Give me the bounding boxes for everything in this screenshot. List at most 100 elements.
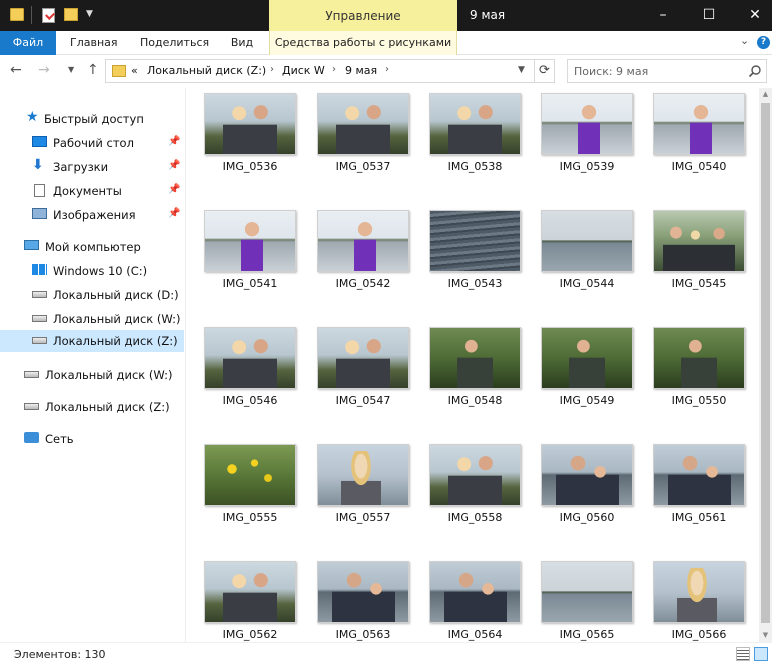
file-tile[interactable]: IMG_0564 xyxy=(425,556,525,642)
close-button[interactable]: ✕ xyxy=(732,0,772,31)
file-name[interactable]: IMG_0543 xyxy=(425,277,525,290)
scrollbar-thumb[interactable] xyxy=(761,103,770,623)
file-name[interactable]: IMG_0560 xyxy=(537,511,637,524)
photo-thumbnail[interactable] xyxy=(653,93,745,155)
quick-access-dropdown-icon[interactable]: ▼ xyxy=(86,9,96,25)
back-arrow-icon[interactable]: ← xyxy=(10,62,22,78)
search-input[interactable] xyxy=(574,63,744,79)
sidebar-item-drive-w-root[interactable]: Локальный диск (W:) xyxy=(22,364,184,386)
forward-arrow-icon[interactable]: → xyxy=(38,62,50,78)
contextual-tab-manage[interactable]: Управление xyxy=(269,0,457,31)
photo-thumbnail[interactable] xyxy=(541,561,633,623)
file-name[interactable]: IMG_0546 xyxy=(200,394,300,407)
photo-thumbnail[interactable] xyxy=(429,93,521,155)
help-icon[interactable]: ? xyxy=(757,36,770,49)
file-name[interactable]: IMG_0558 xyxy=(425,511,525,524)
sidebar-item-drive-d[interactable]: Локальный диск (D:) xyxy=(30,284,184,306)
photo-thumbnail[interactable] xyxy=(429,327,521,389)
file-name[interactable]: IMG_0537 xyxy=(313,160,413,173)
file-name[interactable]: IMG_0542 xyxy=(313,277,413,290)
sidebar-item-pictures[interactable]: Изображения 📌 xyxy=(30,204,184,226)
file-tile[interactable]: IMG_0560 xyxy=(537,439,637,549)
tab-view[interactable]: Вид xyxy=(230,31,254,55)
tab-home[interactable]: Главная xyxy=(70,31,118,55)
file-name[interactable]: IMG_0548 xyxy=(425,394,525,407)
file-tile[interactable]: IMG_0562 xyxy=(200,556,300,642)
file-name[interactable]: IMG_0565 xyxy=(537,628,637,641)
minimize-button[interactable]: – xyxy=(640,0,686,31)
up-arrow-icon[interactable]: ↑ xyxy=(87,62,99,78)
photo-thumbnail[interactable] xyxy=(204,444,296,506)
photo-thumbnail[interactable] xyxy=(429,210,521,272)
photo-thumbnail[interactable] xyxy=(653,561,745,623)
breadcrumb-overflow[interactable]: « xyxy=(131,64,138,77)
maximize-button[interactable]: ☐ xyxy=(686,0,732,31)
recent-locations-chevron-icon[interactable]: ▼ xyxy=(68,65,74,74)
file-tile[interactable]: IMG_0565 xyxy=(537,556,637,642)
file-name[interactable]: IMG_0566 xyxy=(649,628,749,641)
new-folder-icon[interactable] xyxy=(64,8,78,21)
photo-thumbnail[interactable] xyxy=(317,327,409,389)
file-tile[interactable]: IMG_0558 xyxy=(425,439,525,549)
sidebar-item-drive-z-root[interactable]: Локальный диск (Z:) xyxy=(22,396,184,418)
sidebar-item-drive-c[interactable]: Windows 10 (C:) xyxy=(30,260,184,282)
sidebar-item-downloads[interactable]: ⬇ Загрузки 📌 xyxy=(30,156,184,178)
file-name[interactable]: IMG_0562 xyxy=(200,628,300,641)
tab-share[interactable]: Поделиться xyxy=(140,31,209,55)
photo-thumbnail[interactable] xyxy=(541,327,633,389)
sidebar-item-my-computer[interactable]: Мой компьютер xyxy=(22,236,184,258)
file-tile[interactable]: IMG_0563 xyxy=(313,556,413,642)
file-name[interactable]: IMG_0545 xyxy=(649,277,749,290)
file-tile[interactable]: IMG_0545 xyxy=(649,205,749,315)
file-tile[interactable]: IMG_0539 xyxy=(537,88,637,198)
file-name[interactable]: IMG_0564 xyxy=(425,628,525,641)
breadcrumb-disk-w[interactable]: Диск W xyxy=(282,64,325,77)
file-name[interactable]: IMG_0541 xyxy=(200,277,300,290)
properties-icon[interactable] xyxy=(42,8,55,23)
file-tile[interactable]: IMG_0547 xyxy=(313,322,413,432)
file-tile[interactable]: IMG_0546 xyxy=(200,322,300,432)
tab-picture-tools[interactable]: Средства работы с рисунками xyxy=(269,31,457,55)
pin-icon[interactable]: 📌 xyxy=(168,160,180,171)
file-tile[interactable]: IMG_0544 xyxy=(537,205,637,315)
photo-thumbnail[interactable] xyxy=(541,444,633,506)
photo-thumbnail[interactable] xyxy=(653,444,745,506)
sidebar-item-documents[interactable]: Документы 📌 xyxy=(30,180,184,202)
file-tile[interactable]: IMG_0543 xyxy=(425,205,525,315)
vertical-scrollbar[interactable]: ▲ ▼ xyxy=(759,88,772,642)
sidebar-item-drive-w[interactable]: Локальный диск (W:) xyxy=(30,308,184,330)
file-name[interactable]: IMG_0550 xyxy=(649,394,749,407)
file-name[interactable]: IMG_0555 xyxy=(200,511,300,524)
file-tile[interactable]: IMG_0538 xyxy=(425,88,525,198)
breadcrumb-9-may[interactable]: 9 мая xyxy=(345,64,377,77)
file-tile[interactable]: IMG_0548 xyxy=(425,322,525,432)
details-view-icon[interactable] xyxy=(736,647,750,661)
photo-thumbnail[interactable] xyxy=(653,327,745,389)
file-tile[interactable]: IMG_0541 xyxy=(200,205,300,315)
photo-thumbnail[interactable] xyxy=(317,444,409,506)
sidebar-item-quick-access[interactable]: ★ Быстрый доступ xyxy=(22,108,184,130)
sidebar-item-desktop[interactable]: Рабочий стол 📌 xyxy=(30,132,184,154)
search-icon[interactable] xyxy=(748,64,762,78)
photo-thumbnail[interactable] xyxy=(317,210,409,272)
file-name[interactable]: IMG_0540 xyxy=(649,160,749,173)
photo-thumbnail[interactable] xyxy=(429,561,521,623)
file-tile[interactable]: IMG_0542 xyxy=(313,205,413,315)
file-grid[interactable]: IMG_0536 IMG_0537 IMG_0538 IMG_0539 IMG_… xyxy=(187,88,759,642)
pin-icon[interactable]: 📌 xyxy=(168,136,180,147)
file-name[interactable]: IMG_0547 xyxy=(313,394,413,407)
search-box[interactable] xyxy=(567,59,767,83)
photo-thumbnail[interactable] xyxy=(653,210,745,272)
photo-thumbnail[interactable] xyxy=(204,327,296,389)
tab-file[interactable]: Файл xyxy=(0,31,56,55)
file-tile[interactable]: IMG_0561 xyxy=(649,439,749,549)
photo-thumbnail[interactable] xyxy=(541,93,633,155)
file-name[interactable]: IMG_0563 xyxy=(313,628,413,641)
sidebar-item-drive-z[interactable]: Локальный диск (Z:) xyxy=(0,330,184,352)
breadcrumb-chevron-icon[interactable]: › xyxy=(332,64,336,75)
file-tile[interactable]: IMG_0566 xyxy=(649,556,749,642)
ribbon-expand-chevron-icon[interactable]: ⌄ xyxy=(740,34,749,47)
refresh-button[interactable]: ⟳ xyxy=(535,59,555,83)
breadcrumb-chevron-icon[interactable]: › xyxy=(270,64,274,75)
file-name[interactable]: IMG_0561 xyxy=(649,511,749,524)
